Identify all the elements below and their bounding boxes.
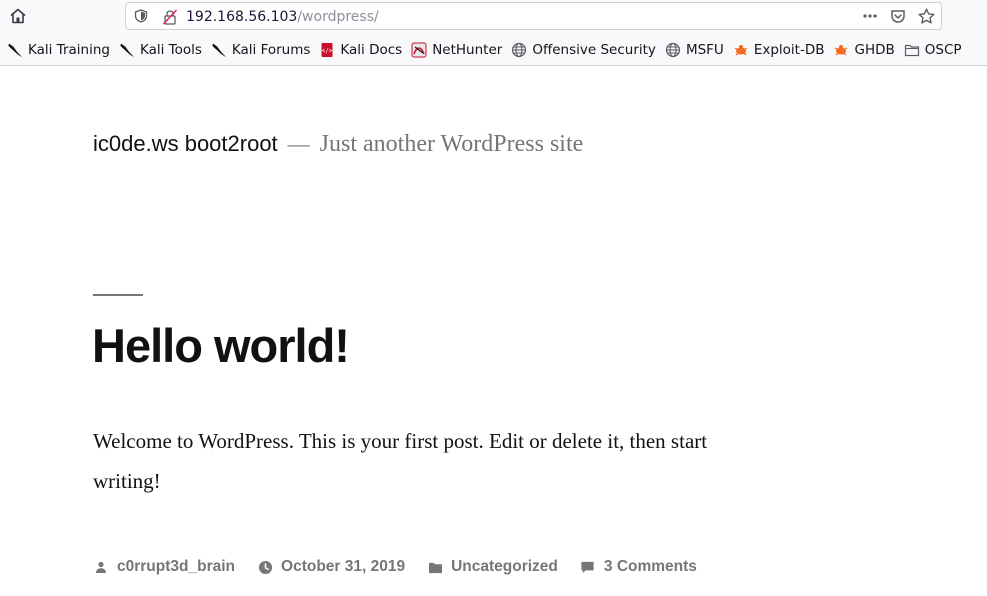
exploitdb-icon (733, 42, 749, 58)
bookmark-label: OSCP (924, 42, 962, 58)
globe-icon (665, 42, 681, 58)
comment-icon (580, 559, 596, 575)
bookmark-label: Kali Tools (139, 42, 202, 58)
url-path: /wordpress/ (297, 9, 379, 25)
bookmark-ghdb[interactable]: GHDB (833, 42, 895, 58)
nethunter-icon (411, 42, 427, 58)
url-actions (861, 7, 935, 25)
insecure-connection-icon[interactable] (162, 9, 178, 25)
bookmark-label: NetHunter (432, 42, 503, 58)
bookmark-nethunter[interactable]: NetHunter (411, 42, 502, 58)
bookmark-kali-tools[interactable]: Kali Tools (119, 42, 202, 58)
folder-icon (904, 42, 920, 58)
bookmark-label: Kali Docs (340, 42, 403, 58)
post-comments-link[interactable]: 3 Comments (604, 558, 697, 576)
pocket-icon (891, 10, 905, 23)
person-icon (93, 559, 109, 575)
bookmark-exploit-db[interactable]: Exploit-DB (733, 42, 825, 58)
bookmark-label: Exploit-DB (753, 42, 825, 58)
site-description: Just another WordPress site (319, 131, 584, 157)
tracking-shield-icon[interactable] (134, 9, 148, 23)
post-comments: 3 Comments (580, 558, 697, 576)
post-category: Uncategorized (427, 558, 558, 576)
post-category-link[interactable]: Uncategorized (451, 558, 558, 576)
post-date: October 31, 2019 (257, 558, 405, 576)
bookmark-label: GHDB (854, 42, 895, 58)
page-actions-button[interactable] (861, 7, 879, 25)
post-title[interactable]: Hello world! (92, 318, 350, 373)
home-button[interactable] (6, 4, 30, 28)
url-bar[interactable]: 192.168.56.103/wordpress/ (125, 2, 942, 30)
site-title-separator: — (287, 131, 310, 156)
svg-text:</>: </> (322, 48, 333, 55)
site-title[interactable]: ic0de.ws boot2root (93, 131, 278, 157)
browser-chrome: 192.168.56.103/wordpress/ Kali Training … (0, 0, 987, 66)
clock-icon (257, 559, 273, 575)
globe-icon (511, 42, 527, 58)
post-meta: c0rrupt3d_brain October 31, 2019 Uncateg… (93, 558, 719, 576)
kali-dragon-icon (211, 42, 227, 58)
bookmark-kali-forums[interactable]: Kali Forums (211, 42, 311, 58)
post-author-link[interactable]: c0rrupt3d_brain (117, 558, 235, 576)
pocket-button[interactable] (889, 7, 907, 25)
more-horizontal-icon (863, 14, 877, 18)
home-icon (10, 8, 26, 24)
star-icon (917, 8, 935, 24)
bookmarks-toolbar: Kali Training Kali Tools Kali Forums </>… (0, 38, 987, 62)
post-author: c0rrupt3d_brain (93, 558, 235, 576)
bookmark-msfu[interactable]: MSFU (665, 42, 724, 58)
title-divider (93, 294, 143, 296)
kali-dragon-icon (7, 42, 23, 58)
bookmark-offensive-security[interactable]: Offensive Security (511, 42, 656, 58)
post-content: Welcome to WordPress. This is your first… (93, 429, 708, 493)
exploitdb-icon (833, 42, 849, 58)
bookmark-label: Kali Forums (231, 42, 311, 58)
kali-dragon-icon (119, 42, 135, 58)
site-header: ic0de.ws boot2root — Just another WordPr… (93, 131, 583, 158)
url-text[interactable]: 192.168.56.103/wordpress/ (186, 8, 379, 26)
navigation-bar: 192.168.56.103/wordpress/ (0, 0, 987, 33)
kali-docs-icon: </> (319, 42, 335, 58)
bookmark-label: MSFU (685, 42, 724, 58)
bookmark-label: Offensive Security (532, 42, 656, 58)
bookmark-oscp[interactable]: OSCP (904, 42, 962, 58)
bookmark-label: Kali Training (28, 42, 110, 58)
post-date-link[interactable]: October 31, 2019 (281, 558, 405, 576)
bookmark-kali-docs[interactable]: </> Kali Docs (319, 42, 402, 58)
url-host: 192.168.56.103 (186, 9, 298, 25)
bookmark-star-button[interactable] (917, 7, 935, 25)
bookmark-kali-training[interactable]: Kali Training (7, 42, 110, 58)
folder-icon (427, 559, 443, 575)
